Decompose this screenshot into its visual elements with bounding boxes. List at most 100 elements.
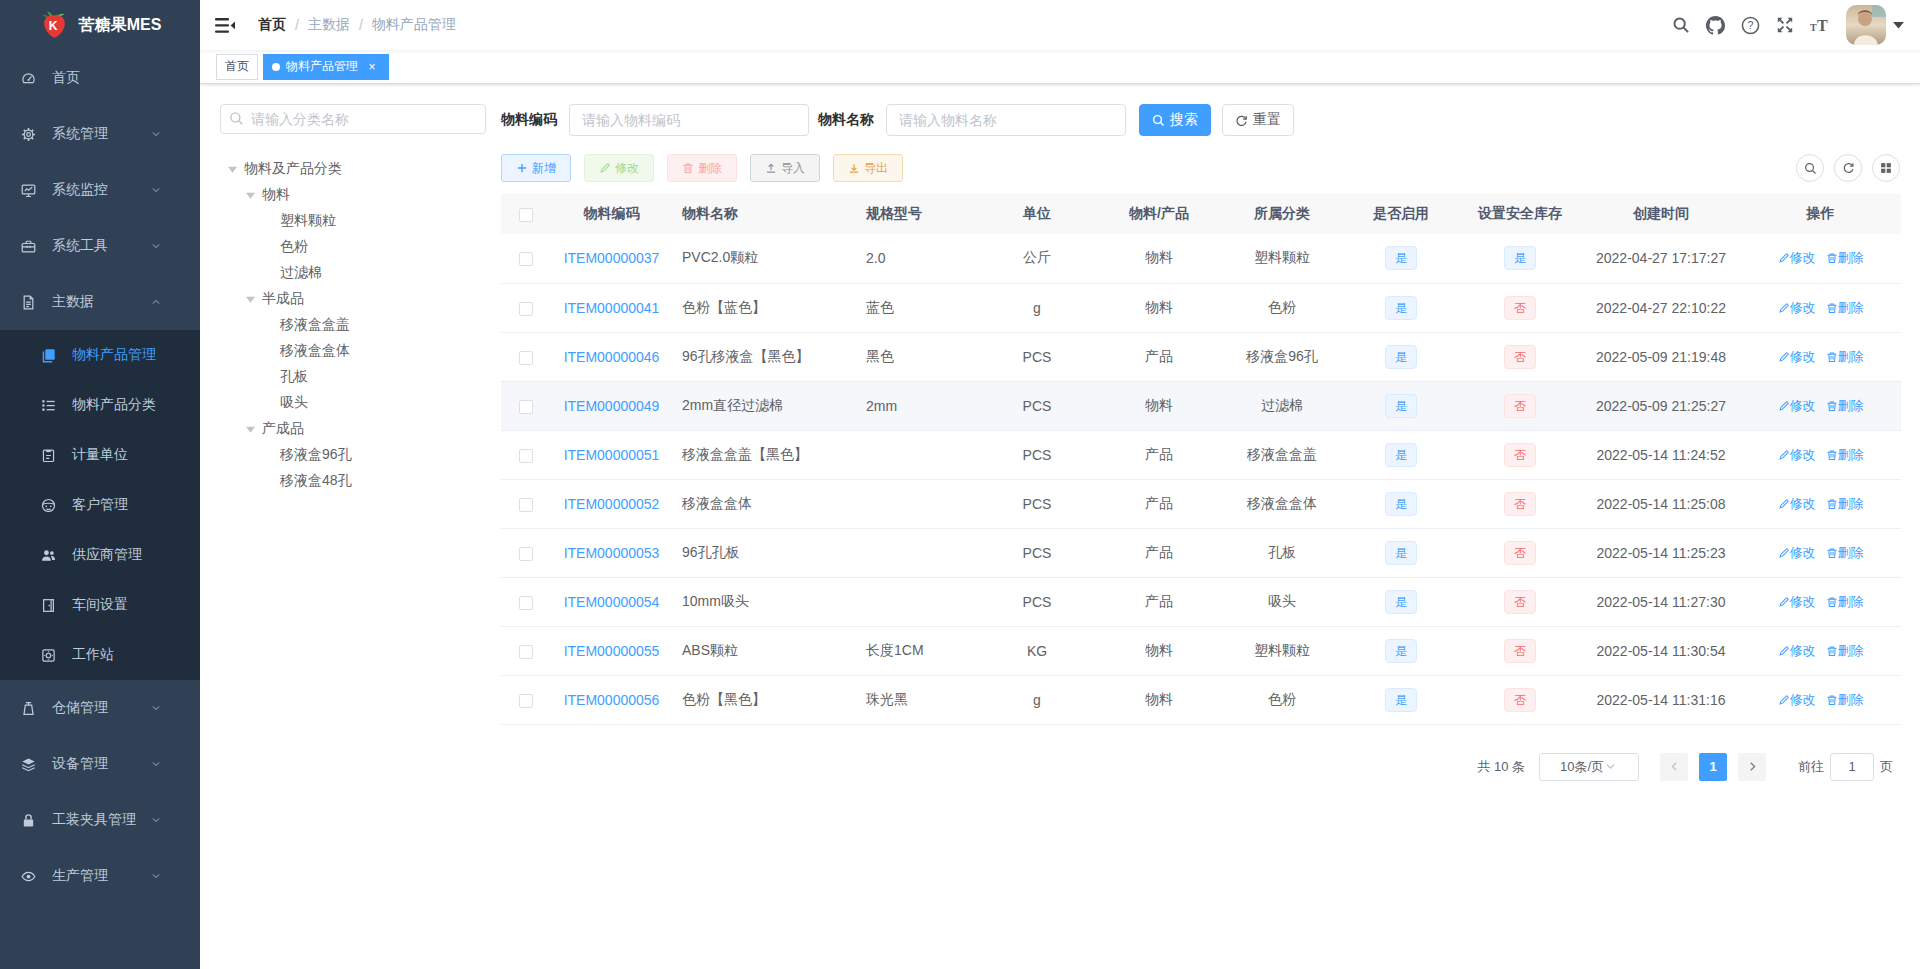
row-edit-button[interactable]: 修改 [1778,397,1816,415]
tree-node[interactable]: 孔板 [220,364,486,390]
row-delete-button[interactable]: 删除 [1826,642,1864,660]
sidebar-item-tool[interactable]: 系统工具 [0,218,200,274]
tree-filter-input[interactable] [220,104,486,134]
sidebar-item-home[interactable]: 首页 [0,50,200,106]
add-button[interactable]: 新增 [501,154,571,182]
sidebar-item-monitor[interactable]: 系统监控 [0,162,200,218]
tree-node[interactable]: 塑料颗粒 [220,208,486,234]
select-all-checkbox[interactable] [519,208,533,222]
close-icon[interactable]: × [364,59,380,75]
item-code-link[interactable]: ITEM00000052 [564,496,660,512]
caret-expanded-icon[interactable] [238,191,262,200]
sidebar-item-workshop[interactable]: 车间设置 [0,580,200,630]
item-code-link[interactable]: ITEM00000056 [564,692,660,708]
caret-expanded-icon[interactable] [238,295,262,304]
edit-button[interactable]: 修改 [584,154,654,182]
tree-node[interactable]: 物料及产品分类 [220,156,486,182]
query-input-name[interactable] [886,104,1126,136]
tag-current[interactable]: 物料产品管理× [263,54,389,80]
item-code-link[interactable]: ITEM00000049 [564,398,660,414]
import-button[interactable]: 导入 [750,154,820,182]
row-checkbox[interactable] [519,252,533,266]
row-delete-button[interactable]: 删除 [1826,544,1864,562]
tree-node[interactable]: 过滤棉 [220,260,486,286]
refresh-button[interactable] [1834,154,1862,182]
sidebar-item-customer[interactable]: 客户管理 [0,480,200,530]
item-code-link[interactable]: ITEM00000046 [564,349,660,365]
sidebar-item-warehouse[interactable]: 仓储管理 [0,680,200,736]
tree-node[interactable]: 移液盒96孔 [220,442,486,468]
column-settings-button[interactable] [1872,154,1900,182]
page-size-select[interactable]: 10条/页 [1539,753,1639,781]
row-edit-button[interactable]: 修改 [1778,446,1816,464]
row-edit-button[interactable]: 修改 [1778,544,1816,562]
user-menu[interactable] [1846,5,1904,45]
row-delete-button[interactable]: 删除 [1826,397,1864,415]
reset-button[interactable]: 重置 [1222,104,1294,136]
row-edit-button[interactable]: 修改 [1778,249,1816,267]
row-checkbox[interactable] [519,596,533,610]
caret-expanded-icon[interactable] [220,165,244,174]
fullscreen-button[interactable] [1768,0,1802,50]
prev-page-button[interactable] [1660,753,1688,781]
row-edit-button[interactable]: 修改 [1778,691,1816,709]
item-code-link[interactable]: ITEM00000055 [564,643,660,659]
tree-node[interactable]: 移液盒盒体 [220,338,486,364]
sidebar-item-workstation[interactable]: 工作站 [0,630,200,680]
row-edit-button[interactable]: 修改 [1778,642,1816,660]
help-button[interactable]: ? [1733,0,1768,50]
row-checkbox[interactable] [519,449,533,463]
tag-home[interactable]: 首页 [216,54,258,80]
sidebar-item-fixture[interactable]: 工装夹具管理 [0,792,200,848]
row-checkbox[interactable] [519,694,533,708]
sidebar-item-device[interactable]: 设备管理 [0,736,200,792]
row-delete-button[interactable]: 删除 [1826,249,1864,267]
tree-node[interactable]: 移液盒盒盖 [220,312,486,338]
header-search-button[interactable] [1664,0,1698,50]
row-checkbox[interactable] [519,547,533,561]
sidebar-item-masterdata[interactable]: 主数据 [0,274,200,330]
tree-node[interactable]: 物料 [220,182,486,208]
sidebar-item-production[interactable]: 生产管理 [0,848,200,904]
tree-node[interactable]: 移液盒48孔 [220,468,486,494]
hide-search-button[interactable] [1796,154,1824,182]
row-edit-button[interactable]: 修改 [1778,299,1816,317]
export-button[interactable]: 导出 [833,154,903,182]
row-checkbox[interactable] [519,351,533,365]
sidebar-item-item-mgmt[interactable]: 物料产品管理 [0,330,200,380]
row-delete-button[interactable]: 删除 [1826,446,1864,464]
github-button[interactable] [1698,0,1733,50]
row-edit-button[interactable]: 修改 [1778,593,1816,611]
row-delete-button[interactable]: 删除 [1826,691,1864,709]
app-logo[interactable]: K 苦糖果MES [0,0,200,50]
row-edit-button[interactable]: 修改 [1778,348,1816,366]
tree-node[interactable]: 吸头 [220,390,486,416]
tree-node[interactable]: 半成品 [220,286,486,312]
row-checkbox[interactable] [519,400,533,414]
sidebar-item-item-category[interactable]: 物料产品分类 [0,380,200,430]
breadcrumb-home[interactable]: 首页 [258,16,286,34]
sidebar-item-system[interactable]: 系统管理 [0,106,200,162]
delete-button[interactable]: 删除 [667,154,737,182]
row-delete-button[interactable]: 删除 [1826,299,1864,317]
tree-node[interactable]: 色粉 [220,234,486,260]
item-code-link[interactable]: ITEM00000041 [564,300,660,316]
row-checkbox[interactable] [519,302,533,316]
item-code-link[interactable]: ITEM00000053 [564,545,660,561]
item-code-link[interactable]: ITEM00000054 [564,594,660,610]
next-page-button[interactable] [1738,753,1766,781]
row-edit-button[interactable]: 修改 [1778,495,1816,513]
caret-expanded-icon[interactable] [238,425,262,434]
search-button[interactable]: 搜索 [1139,104,1211,136]
row-delete-button[interactable]: 删除 [1826,495,1864,513]
row-delete-button[interactable]: 删除 [1826,593,1864,611]
query-input-code[interactable] [569,104,809,136]
goto-page-input[interactable] [1830,753,1874,781]
sidebar-fold-button[interactable] [200,0,250,50]
sidebar-item-unit[interactable]: 计量单位 [0,430,200,480]
row-checkbox[interactable] [519,645,533,659]
item-code-link[interactable]: ITEM00000037 [564,250,660,266]
page-number-1[interactable]: 1 [1699,753,1727,781]
row-delete-button[interactable]: 删除 [1826,348,1864,366]
row-checkbox[interactable] [519,498,533,512]
